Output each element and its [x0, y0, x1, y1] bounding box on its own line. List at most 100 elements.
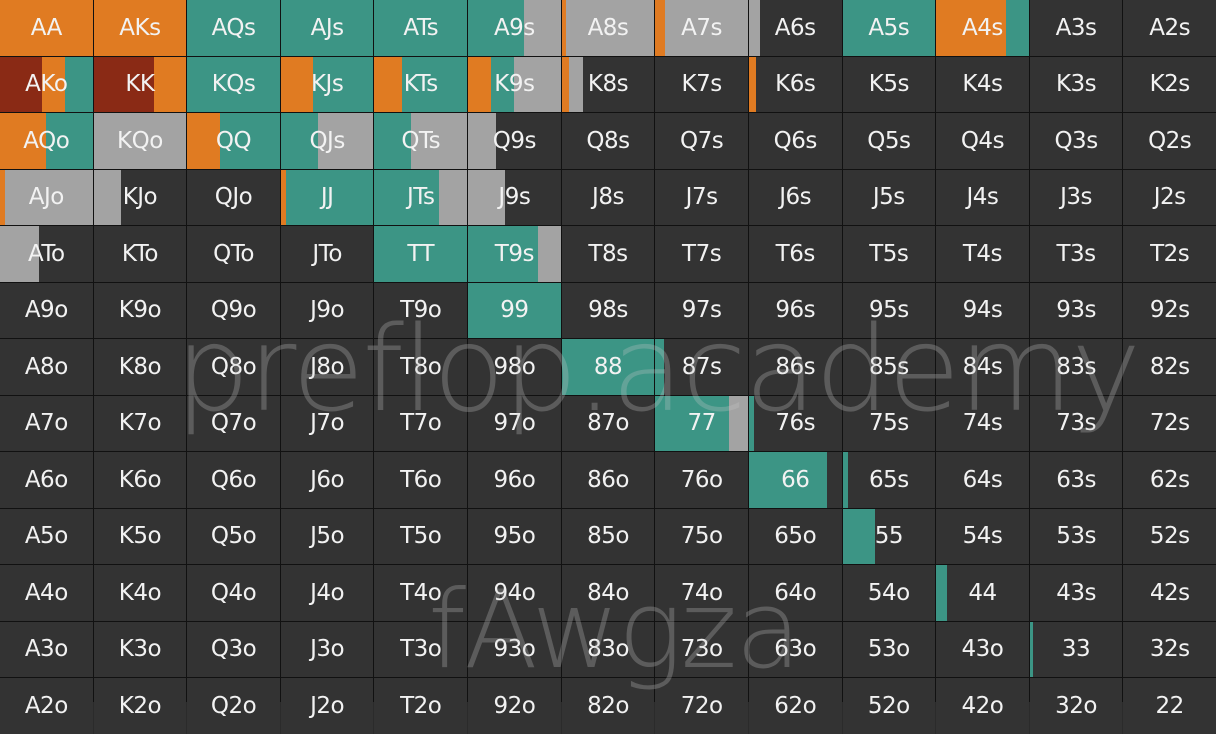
hand-cell-62o[interactable]: 62o	[748, 678, 842, 734]
hand-cell-43s[interactable]: 43s	[1029, 565, 1123, 621]
hand-cell-55[interactable]: 55	[842, 508, 936, 564]
hand-cell-64o[interactable]: 64o	[748, 565, 842, 621]
hand-cell-AJs[interactable]: AJs	[280, 0, 374, 56]
hand-cell-Q3o[interactable]: Q3o	[187, 621, 280, 677]
hand-cell-T4s[interactable]: T4s	[936, 226, 1029, 282]
hand-cell-K2o[interactable]: K2o	[93, 678, 187, 734]
hand-cell-82o[interactable]: 82o	[561, 678, 655, 734]
hand-cell-62s[interactable]: 62s	[1123, 452, 1216, 508]
hand-cell-Q6o[interactable]: Q6o	[187, 452, 280, 508]
hand-cell-85o[interactable]: 85o	[561, 508, 655, 564]
hand-cell-Q9s[interactable]: Q9s	[468, 113, 561, 169]
hand-cell-AQs[interactable]: AQs	[187, 0, 280, 56]
hand-cell-K6o[interactable]: K6o	[93, 452, 187, 508]
hand-cell-T2s[interactable]: T2s	[1123, 226, 1216, 282]
hand-cell-JJ[interactable]: JJ	[280, 169, 374, 225]
hand-cell-Q5o[interactable]: Q5o	[187, 508, 280, 564]
hand-cell-53s[interactable]: 53s	[1029, 508, 1123, 564]
hand-cell-KQo[interactable]: KQo	[93, 113, 187, 169]
hand-cell-KJo[interactable]: KJo	[93, 169, 187, 225]
hand-cell-94s[interactable]: 94s	[936, 282, 1029, 338]
hand-cell-QQ[interactable]: QQ	[187, 113, 280, 169]
hand-cell-QJo[interactable]: QJo	[187, 169, 280, 225]
hand-cell-88[interactable]: 88	[561, 339, 655, 395]
hand-cell-J4s[interactable]: J4s	[936, 169, 1029, 225]
hand-cell-J8o[interactable]: J8o	[280, 339, 374, 395]
hand-cell-86s[interactable]: 86s	[748, 339, 842, 395]
hand-cell-A7o[interactable]: A7o	[0, 395, 93, 451]
hand-cell-99[interactable]: 99	[468, 282, 561, 338]
hand-cell-T8o[interactable]: T8o	[374, 339, 468, 395]
hand-cell-K6s[interactable]: K6s	[748, 56, 842, 112]
hand-cell-A5o[interactable]: A5o	[0, 508, 93, 564]
hand-cell-J4o[interactable]: J4o	[280, 565, 374, 621]
hand-cell-J9o[interactable]: J9o	[280, 282, 374, 338]
hand-cell-J3s[interactable]: J3s	[1029, 169, 1123, 225]
hand-cell-K4o[interactable]: K4o	[93, 565, 187, 621]
hand-cell-T7o[interactable]: T7o	[374, 395, 468, 451]
hand-cell-A2o[interactable]: A2o	[0, 678, 93, 734]
hand-cell-A4o[interactable]: A4o	[0, 565, 93, 621]
hand-cell-74s[interactable]: 74s	[936, 395, 1029, 451]
hand-cell-KTo[interactable]: KTo	[93, 226, 187, 282]
hand-cell-75o[interactable]: 75o	[655, 508, 748, 564]
hand-cell-75s[interactable]: 75s	[842, 395, 936, 451]
hand-cell-ATo[interactable]: ATo	[0, 226, 93, 282]
hand-cell-KTs[interactable]: KTs	[374, 56, 468, 112]
hand-cell-65s[interactable]: 65s	[842, 452, 936, 508]
hand-cell-K5o[interactable]: K5o	[93, 508, 187, 564]
hand-cell-A8s[interactable]: A8s	[561, 0, 655, 56]
hand-cell-K8s[interactable]: K8s	[561, 56, 655, 112]
hand-cell-Q8o[interactable]: Q8o	[187, 339, 280, 395]
hand-cell-A5s[interactable]: A5s	[842, 0, 936, 56]
hand-cell-33[interactable]: 33	[1029, 621, 1123, 677]
hand-cell-J8s[interactable]: J8s	[561, 169, 655, 225]
hand-cell-A8o[interactable]: A8o	[0, 339, 93, 395]
hand-cell-92s[interactable]: 92s	[1123, 282, 1216, 338]
hand-cell-KQs[interactable]: KQs	[187, 56, 280, 112]
hand-cell-J6s[interactable]: J6s	[748, 169, 842, 225]
hand-cell-A9o[interactable]: A9o	[0, 282, 93, 338]
hand-cell-64s[interactable]: 64s	[936, 452, 1029, 508]
hand-cell-Q5s[interactable]: Q5s	[842, 113, 936, 169]
hand-cell-Q4o[interactable]: Q4o	[187, 565, 280, 621]
hand-cell-T3s[interactable]: T3s	[1029, 226, 1123, 282]
hand-cell-63o[interactable]: 63o	[748, 621, 842, 677]
hand-cell-K7s[interactable]: K7s	[655, 56, 748, 112]
hand-cell-J3o[interactable]: J3o	[280, 621, 374, 677]
hand-cell-Q8s[interactable]: Q8s	[561, 113, 655, 169]
hand-cell-95s[interactable]: 95s	[842, 282, 936, 338]
hand-cell-85s[interactable]: 85s	[842, 339, 936, 395]
hand-cell-65o[interactable]: 65o	[748, 508, 842, 564]
hand-cell-T4o[interactable]: T4o	[374, 565, 468, 621]
hand-cell-QTs[interactable]: QTs	[374, 113, 468, 169]
hand-cell-K3s[interactable]: K3s	[1029, 56, 1123, 112]
hand-cell-54s[interactable]: 54s	[936, 508, 1029, 564]
hand-cell-Q7s[interactable]: Q7s	[655, 113, 748, 169]
hand-cell-J7s[interactable]: J7s	[655, 169, 748, 225]
hand-cell-93s[interactable]: 93s	[1029, 282, 1123, 338]
hand-cell-QJs[interactable]: QJs	[280, 113, 374, 169]
hand-cell-97o[interactable]: 97o	[468, 395, 561, 451]
hand-cell-T9o[interactable]: T9o	[374, 282, 468, 338]
hand-cell-T5o[interactable]: T5o	[374, 508, 468, 564]
hand-cell-K9o[interactable]: K9o	[93, 282, 187, 338]
hand-cell-52o[interactable]: 52o	[842, 678, 936, 734]
hand-cell-K9s[interactable]: K9s	[468, 56, 561, 112]
hand-cell-J5s[interactable]: J5s	[842, 169, 936, 225]
hand-cell-J2s[interactable]: J2s	[1123, 169, 1216, 225]
hand-cell-A6o[interactable]: A6o	[0, 452, 93, 508]
hand-cell-AJo[interactable]: AJo	[0, 169, 93, 225]
hand-cell-32o[interactable]: 32o	[1029, 678, 1123, 734]
hand-cell-63s[interactable]: 63s	[1029, 452, 1123, 508]
hand-cell-J2o[interactable]: J2o	[280, 678, 374, 734]
hand-cell-T6s[interactable]: T6s	[748, 226, 842, 282]
hand-cell-K4s[interactable]: K4s	[936, 56, 1029, 112]
hand-cell-86o[interactable]: 86o	[561, 452, 655, 508]
hand-cell-A2s[interactable]: A2s	[1123, 0, 1216, 56]
hand-cell-K8o[interactable]: K8o	[93, 339, 187, 395]
hand-cell-74o[interactable]: 74o	[655, 565, 748, 621]
hand-cell-A4s[interactable]: A4s	[936, 0, 1029, 56]
hand-cell-T6o[interactable]: T6o	[374, 452, 468, 508]
hand-cell-84s[interactable]: 84s	[936, 339, 1029, 395]
